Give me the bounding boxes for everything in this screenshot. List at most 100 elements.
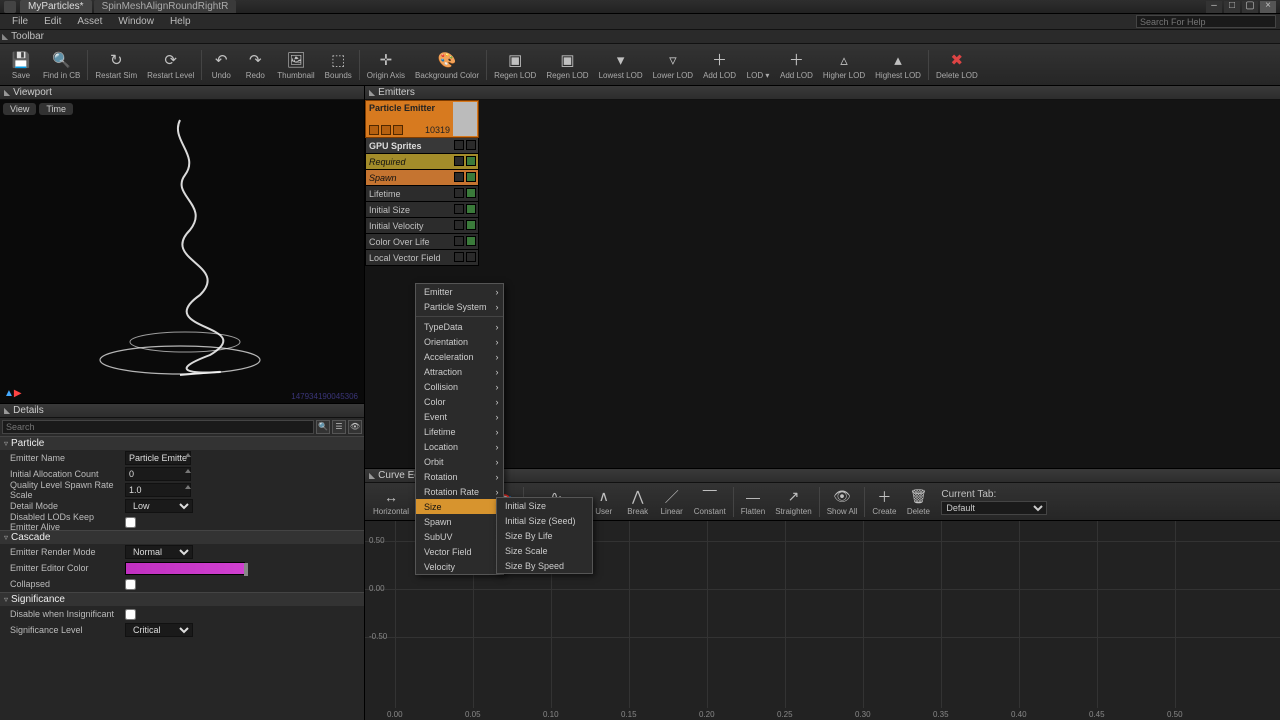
menu-item-vector-field[interactable]: Vector Field bbox=[416, 544, 503, 559]
color-swatch[interactable] bbox=[125, 562, 245, 575]
eye-icon[interactable]: 👁 bbox=[348, 420, 362, 434]
toolbar-delete-lod-button[interactable]: ✖Delete LOD bbox=[932, 46, 982, 84]
viewport-header[interactable]: ◣ Viewport bbox=[0, 86, 364, 100]
toolbar-restart-level-button[interactable]: ⟳Restart Level bbox=[143, 46, 198, 84]
module-initial-velocity[interactable]: Initial Velocity bbox=[365, 218, 479, 234]
toolbar-header[interactable]: ◣ Toolbar bbox=[0, 30, 1280, 44]
menu-window[interactable]: Window bbox=[110, 16, 162, 27]
property-input[interactable] bbox=[125, 451, 191, 465]
toolbar-undo-button[interactable]: ↶Undo bbox=[205, 46, 237, 84]
menu-item-orbit[interactable]: Orbit bbox=[416, 454, 503, 469]
emitters-panel[interactable]: Particle Emitter 10319 GPU SpritesRequir… bbox=[365, 100, 1280, 468]
property-input[interactable] bbox=[125, 483, 191, 497]
toolbar-background-color-button[interactable]: 🎨Background Color bbox=[411, 46, 483, 84]
menu-item-attraction[interactable]: Attraction bbox=[416, 364, 503, 379]
module-local-vector-field[interactable]: Local Vector Field bbox=[365, 250, 479, 266]
property-checkbox[interactable] bbox=[125, 609, 136, 620]
module-spawn[interactable]: Spawn bbox=[365, 170, 479, 186]
close-button[interactable]: × bbox=[1260, 1, 1276, 13]
details-header[interactable]: ◣ Details bbox=[0, 404, 364, 418]
toolbar-bounds-button[interactable]: ⬚Bounds bbox=[321, 46, 356, 84]
menu-help[interactable]: Help bbox=[162, 16, 199, 27]
property-select[interactable]: Critical bbox=[125, 623, 193, 637]
search-icon[interactable]: 🔍 bbox=[316, 420, 330, 434]
asset-tab[interactable]: SpinMeshAlignRoundRightR bbox=[94, 0, 237, 13]
toolbar-thumbnail-button[interactable]: 🖼Thumbnail bbox=[273, 46, 318, 84]
curve-tool-button[interactable]: ⎺Constant bbox=[690, 483, 730, 521]
menu-item-size-scale[interactable]: Size Scale bbox=[497, 543, 592, 558]
menu-item-emitter[interactable]: Emitter bbox=[416, 284, 503, 299]
viewport-view-button[interactable]: View bbox=[3, 103, 36, 115]
menu-item-rotation-rate[interactable]: Rotation Rate bbox=[416, 484, 503, 499]
menu-item-size[interactable]: Size bbox=[416, 499, 503, 514]
menu-item-orientation[interactable]: Orientation bbox=[416, 334, 503, 349]
toolbar-higher-lod-button[interactable]: ▵Higher LOD bbox=[819, 46, 869, 84]
menu-item-initial-size[interactable]: Initial Size bbox=[497, 498, 592, 513]
minimize-button[interactable]: – bbox=[1206, 1, 1222, 13]
menu-item-collision[interactable]: Collision bbox=[416, 379, 503, 394]
menu-item-rotation[interactable]: Rotation bbox=[416, 469, 503, 484]
category-significance[interactable]: Significance bbox=[0, 592, 364, 606]
menu-item-event[interactable]: Event bbox=[416, 409, 503, 424]
curve-tool-button[interactable]: 🗑Delete bbox=[902, 483, 934, 521]
menu-item-particle-system[interactable]: Particle System bbox=[416, 299, 503, 314]
asset-tab[interactable]: MyParticles* bbox=[20, 0, 92, 13]
curve-tool-button[interactable]: ⋀Break bbox=[622, 483, 654, 521]
menu-item-size-by-life[interactable]: Size By Life bbox=[497, 528, 592, 543]
curve-tool-button[interactable]: 👁Show All bbox=[823, 483, 862, 521]
module-required[interactable]: Required bbox=[365, 154, 479, 170]
toolbar-lowest-lod-button[interactable]: ▾Lowest LOD bbox=[595, 46, 647, 84]
emitters-header[interactable]: ◣ Emitters bbox=[365, 86, 1280, 100]
module-gpu-sprites[interactable]: GPU Sprites bbox=[365, 138, 479, 154]
details-search-input[interactable] bbox=[2, 420, 314, 434]
curve-tool-button[interactable]: —Flatten bbox=[737, 483, 769, 521]
context-submenu[interactable]: Initial SizeInitial Size (Seed)Size By L… bbox=[496, 497, 593, 574]
module-lifetime[interactable]: Lifetime bbox=[365, 186, 479, 202]
menu-item-lifetime[interactable]: Lifetime bbox=[416, 424, 503, 439]
curve-tool-button[interactable]: ↔Horizontal bbox=[369, 483, 413, 521]
property-checkbox[interactable] bbox=[125, 579, 136, 590]
curve-tool-button[interactable]: ↗Straighten bbox=[771, 483, 815, 521]
toolbar-restart-sim-button[interactable]: ↻Restart Sim bbox=[91, 46, 141, 84]
menu-asset[interactable]: Asset bbox=[69, 16, 110, 27]
viewport-time-button[interactable]: Time bbox=[39, 103, 73, 115]
module-initial-size[interactable]: Initial Size bbox=[365, 202, 479, 218]
toolbar-lower-lod-button[interactable]: ▿Lower LOD bbox=[649, 46, 697, 84]
menu-file[interactable]: File bbox=[4, 16, 36, 27]
property-select[interactable]: Low bbox=[125, 499, 193, 513]
help-search-input[interactable] bbox=[1136, 15, 1276, 28]
menu-item-acceleration[interactable]: Acceleration bbox=[416, 349, 503, 364]
toolbar-origin-axis-button[interactable]: ✛Origin Axis bbox=[363, 46, 409, 84]
property-input[interactable] bbox=[125, 467, 191, 481]
menu-item-subuv[interactable]: SubUV bbox=[416, 529, 503, 544]
toolbar-regen-lod-button[interactable]: ▣Regen LOD bbox=[490, 46, 540, 84]
menu-item-velocity[interactable]: Velocity bbox=[416, 559, 503, 574]
toolbar-add-lod-button[interactable]: ＋Add LOD bbox=[776, 46, 817, 84]
toolbar-regen-lod-button[interactable]: ▣Regen LOD bbox=[542, 46, 592, 84]
menu-item-color[interactable]: Color bbox=[416, 394, 503, 409]
property-select[interactable]: Normal bbox=[125, 545, 193, 559]
menu-item-size-by-speed[interactable]: Size By Speed bbox=[497, 558, 592, 573]
menu-item-initial-size-(seed)[interactable]: Initial Size (Seed) bbox=[497, 513, 592, 528]
category-particle[interactable]: Particle bbox=[0, 436, 364, 450]
menu-item-spawn[interactable]: Spawn bbox=[416, 514, 503, 529]
menu-item-location[interactable]: Location bbox=[416, 439, 503, 454]
module-color-over-life[interactable]: Color Over Life bbox=[365, 234, 479, 250]
context-menu[interactable]: EmitterParticle System TypeDataOrientatio… bbox=[415, 283, 504, 575]
toolbar-highest-lod-button[interactable]: ▴Highest LOD bbox=[871, 46, 925, 84]
toolbar-add-lod-button[interactable]: ＋Add LOD bbox=[699, 46, 740, 84]
filter-icon[interactable]: ☰ bbox=[332, 420, 346, 434]
menu-item-typedata[interactable]: TypeData bbox=[416, 319, 503, 334]
maximize-button[interactable]: ▢ bbox=[1242, 1, 1258, 13]
curve-tab-select[interactable]: Default bbox=[941, 501, 1047, 515]
toolbar-redo-button[interactable]: ↷Redo bbox=[239, 46, 271, 84]
curve-tool-button[interactable]: ＋Create bbox=[868, 483, 900, 521]
emitter-header[interactable]: Particle Emitter 10319 bbox=[365, 100, 479, 138]
toolbar-lod-▾-button[interactable]: LOD ▾ bbox=[742, 46, 774, 84]
toolbar-find-in-cb-button[interactable]: 🔍Find in CB bbox=[39, 46, 84, 84]
property-checkbox[interactable] bbox=[125, 517, 136, 528]
curve-tool-button[interactable]: ／Linear bbox=[656, 483, 688, 521]
restore-button[interactable]: □ bbox=[1224, 1, 1240, 13]
category-cascade[interactable]: Cascade bbox=[0, 530, 364, 544]
menu-edit[interactable]: Edit bbox=[36, 16, 69, 27]
